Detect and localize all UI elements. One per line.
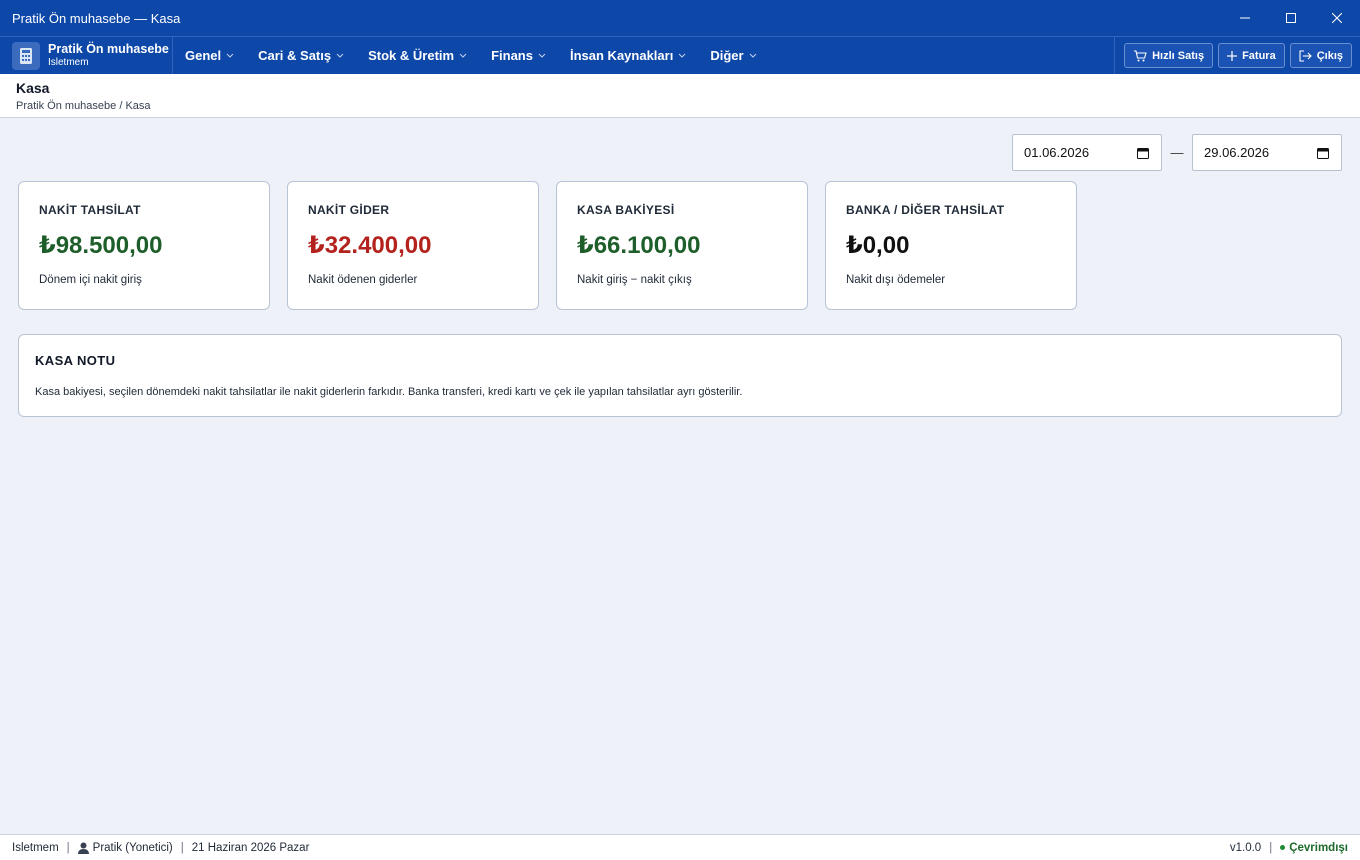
status-separator: | <box>180 841 184 854</box>
menu-diger[interactable]: Diğer <box>700 37 766 74</box>
quick-sale-label: Hızlı Satış <box>1152 49 1205 62</box>
card-cash-expense: NAKİT GİDER ₺32.400,00 Nakit ödenen gide… <box>287 181 539 310</box>
menu-stok-uretim[interactable]: Stok & Üretim <box>358 37 477 74</box>
date-range: 01.06.2026 — 29.06.2026 <box>1012 134 1342 171</box>
card-value: ₺0,00 <box>846 232 910 259</box>
brand-subtitle: Isletmem <box>48 56 89 68</box>
card-description: Nakit dışı ödemeler <box>846 274 946 286</box>
start-date-value: 01.06.2026 <box>1024 145 1090 160</box>
menu-label: Diğer <box>710 48 744 63</box>
status-separator: | <box>66 841 70 854</box>
chevron-down-icon <box>226 53 234 58</box>
card-label: BANKA / DİĞER TAHSİLAT <box>846 203 1005 217</box>
brand-name: Pratik Ön muhasebe <box>48 42 169 57</box>
status-user: Pratik (Yonetici) <box>92 841 173 854</box>
card-value: ₺32.400,00 <box>308 232 432 259</box>
logout-icon <box>1299 49 1312 62</box>
start-date-input[interactable]: 01.06.2026 <box>1012 134 1162 171</box>
maximize-icon <box>1286 13 1296 23</box>
breadcrumb: Pratik Ön muhasebe / Kasa <box>16 100 151 112</box>
logout-button[interactable]: Çıkış <box>1289 43 1352 68</box>
invoice-button[interactable]: Fatura <box>1218 43 1285 68</box>
card-label: NAKİT GİDER <box>308 203 390 217</box>
menu-label: Genel <box>185 48 222 63</box>
menu-label: İnsan Kaynakları <box>569 48 674 63</box>
status-dot-icon <box>1280 845 1286 850</box>
date-separator: — <box>1170 145 1184 160</box>
card-description: Nakit giriş − nakit çıkış <box>577 274 692 286</box>
minimize-icon <box>1240 17 1250 19</box>
page-header: Kasa Pratik Ön muhasebe / Kasa <box>0 74 1360 118</box>
summary-cards: NAKİT TAHSİLAT ₺98.500,00 Dönem içi naki… <box>18 181 1077 310</box>
minimize-button[interactable] <box>1222 0 1268 36</box>
maximize-button[interactable] <box>1268 0 1314 36</box>
brand[interactable]: Pratik Ön muhasebe Isletmem <box>0 37 173 74</box>
card-label: NAKİT TAHSİLAT <box>39 203 141 217</box>
card-description: Nakit ödenen giderler <box>308 274 418 286</box>
invoice-label: Fatura <box>1242 49 1276 62</box>
calendar-icon[interactable] <box>1137 147 1149 159</box>
card-value: ₺66.100,00 <box>577 232 701 259</box>
plus-icon <box>1227 50 1238 61</box>
status-bar: Isletmem | Pratik (Yonetici) | 21 Hazira… <box>0 834 1360 860</box>
main-navbar: Pratik Ön muhasebe Isletmem Genel Cari &… <box>0 36 1360 74</box>
quick-sale-button[interactable]: Hızlı Satış <box>1124 43 1214 68</box>
calculator-logo-icon <box>12 41 40 70</box>
status-separator: | <box>1269 841 1273 854</box>
card-cash-balance: KASA BAKİYESİ ₺66.100,00 Nakit giriş − n… <box>556 181 808 310</box>
cart-icon <box>1134 49 1147 61</box>
end-date-input[interactable]: 29.06.2026 <box>1192 134 1342 171</box>
main-menu: Genel Cari & Satış Stok & Üretim Finans … <box>173 37 1114 74</box>
close-icon <box>1332 13 1342 23</box>
title-bar: Pratik Ön muhasebe — Kasa <box>0 0 1360 36</box>
user-icon <box>77 842 89 854</box>
close-button[interactable] <box>1314 0 1360 36</box>
chevron-down-icon <box>336 53 344 58</box>
end-date-value: 29.06.2026 <box>1204 145 1270 160</box>
menu-label: Stok & Üretim <box>368 48 455 63</box>
connection-label: Çevrimdışı <box>1289 841 1348 854</box>
chevron-down-icon <box>678 53 686 58</box>
chevron-down-icon <box>459 53 467 58</box>
menu-label: Finans <box>491 48 533 63</box>
card-description: Dönem içi nakit giriş <box>39 274 142 286</box>
logout-label: Çıkış <box>1316 49 1343 62</box>
note-text: Kasa bakiyesi, seçilen dönemdeki nakit t… <box>35 386 743 398</box>
menu-label: Cari & Satış <box>258 48 332 63</box>
connection-status: Çevrimdışı <box>1280 842 1348 854</box>
status-date: 21 Haziran 2026 Pazar <box>191 841 310 854</box>
card-value: ₺98.500,00 <box>39 232 163 259</box>
card-label: KASA BAKİYESİ <box>577 203 675 217</box>
window-title: Pratik Ön muhasebe — Kasa <box>12 10 181 26</box>
cash-note-panel: KASA NOTU Kasa bakiyesi, seçilen dönemde… <box>18 334 1342 417</box>
status-company: Isletmem <box>12 841 59 854</box>
menu-finans[interactable]: Finans <box>481 37 556 74</box>
menu-insan-kaynaklari[interactable]: İnsan Kaynakları <box>560 37 696 74</box>
navbar-actions: Hızlı Satış Fatura Çıkış <box>1114 37 1360 74</box>
page-title: Kasa <box>16 80 50 96</box>
status-version: v1.0.0 <box>1229 841 1262 854</box>
card-bank-other-income: BANKA / DİĞER TAHSİLAT ₺0,00 Nakit dışı … <box>825 181 1077 310</box>
chevron-down-icon <box>749 53 756 58</box>
calendar-icon[interactable] <box>1317 147 1329 159</box>
menu-genel[interactable]: Genel <box>175 37 244 74</box>
card-cash-income: NAKİT TAHSİLAT ₺98.500,00 Dönem içi naki… <box>18 181 270 310</box>
chevron-down-icon <box>538 53 546 58</box>
note-title: KASA NOTU <box>35 353 116 368</box>
menu-cari-satis[interactable]: Cari & Satış <box>248 37 354 74</box>
